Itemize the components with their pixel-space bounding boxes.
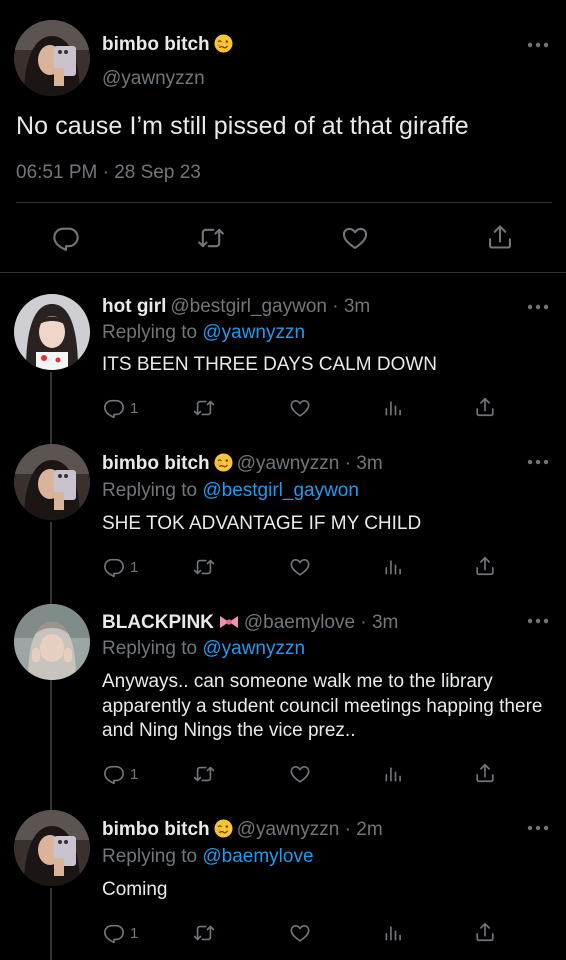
more-options-icon[interactable] [526,40,550,50]
thread-line [50,680,52,810]
avatar-photo [14,444,90,520]
replying-to: Replying to @bestgirl_gaywon [102,480,359,502]
avatar-photo [14,604,90,680]
retweet-icon[interactable] [192,763,216,785]
retweet-icon[interactable] [192,397,216,419]
reply-text: Coming [102,879,168,900]
reply-text: SHE TOK ADVANTAGE IF MY CHILD [102,513,422,534]
like-icon[interactable] [341,224,369,252]
share-icon[interactable] [474,396,496,418]
like-icon[interactable] [289,763,311,785]
reply-handle-time[interactable]: @yawnyzzn · 2m [237,819,383,840]
reply-count: 1 [130,400,139,417]
replying-to: Replying to @baemylove [102,846,314,868]
more-options-icon[interactable] [526,616,550,626]
avatar-photo [14,294,90,370]
author-avatar[interactable] [14,20,90,96]
reply-header: bimbo bitch @yawnyzzn · 2m [102,819,383,841]
reply-display-name[interactable]: bimbo bitch [102,453,233,474]
replying-to-link[interactable]: @bestgirl_gaywon [202,480,359,501]
replying-to-label: Replying to [102,480,198,501]
reply-count: 1 [130,925,139,942]
author-name-text: bimbo bitch [102,34,210,55]
reply-handle-time[interactable]: @baemylove · 3m [244,612,398,633]
more-options-icon[interactable] [526,457,550,467]
replying-to: Replying to @yawnyzzn [102,322,305,344]
thread-line [50,522,52,604]
reply-handle-time[interactable]: @bestgirl_gaywon · 3m [170,296,370,317]
reply-display-name[interactable]: BLACKPINK [102,612,240,633]
reply-header: bimbo bitch @yawnyzzn · 3m [102,453,383,475]
views-icon[interactable] [383,923,403,943]
reply-count: 1 [130,559,139,576]
reply-avatar[interactable] [14,294,90,370]
retweet-icon[interactable] [196,224,226,252]
share-icon[interactable] [486,223,514,251]
reply-text: Anyways.. can someone walk me to the lib… [102,671,543,741]
replying-to-label: Replying to [102,846,198,867]
more-options-icon[interactable] [526,823,550,833]
like-icon[interactable] [289,397,311,419]
thread-line [50,372,52,444]
views-icon[interactable] [383,557,403,577]
share-icon[interactable] [474,762,496,784]
like-icon[interactable] [289,922,311,944]
reply-display-name[interactable]: hot girl [102,296,166,317]
reply-icon[interactable] [103,556,125,578]
replying-to-label: Replying to [102,322,198,343]
reply-handle-time[interactable]: @yawnyzzn · 3m [237,453,383,474]
views-icon[interactable] [383,764,403,784]
reply-avatar[interactable] [14,444,90,520]
tweet-text: No cause I’m still pissed of at that gir… [16,112,469,140]
share-icon[interactable] [474,921,496,943]
reply-count: 1 [130,766,139,783]
reply-header: hot girl @bestgirl_gaywon · 3m [102,296,370,318]
views-icon[interactable] [383,398,403,418]
reply-header: BLACKPINK @baemylove · 3m [102,612,398,634]
divider [0,272,566,273]
reply-avatar[interactable] [14,604,90,680]
avatar-photo [14,20,90,96]
woozy-face-emoji-icon [214,34,233,53]
replying-to-label: Replying to [102,638,198,659]
reply-avatar[interactable] [14,810,90,886]
tweet-timestamp[interactable]: 06:51 PM · 28 Sep 23 [16,162,201,184]
reply-display-name[interactable]: bimbo bitch [102,819,233,840]
thread-line [50,888,52,960]
retweet-icon[interactable] [192,922,216,944]
replying-to-link[interactable]: @yawnyzzn [202,322,305,343]
reply-name-text: BLACKPINK [102,612,214,633]
author-display-name[interactable]: bimbo bitch [102,34,233,56]
reply-icon[interactable] [103,922,125,944]
avatar-photo [14,810,90,886]
replying-to-link[interactable]: @yawnyzzn [202,638,305,659]
reply-text: ITS BEEN THREE DAYS CALM DOWN [102,354,438,375]
author-handle[interactable]: @yawnyzzn [102,68,205,90]
like-icon[interactable] [289,556,311,578]
woozy-face-emoji-icon [214,819,233,838]
more-options-icon[interactable] [526,302,550,312]
reply-icon[interactable] [103,763,125,785]
reply-name-text: bimbo bitch [102,819,210,840]
reply-icon[interactable] [103,397,125,419]
woozy-face-emoji-icon [214,453,233,472]
divider [16,202,552,203]
retweet-icon[interactable] [192,556,216,578]
ribbon-emoji-icon [218,614,240,630]
reply-name-text: bimbo bitch [102,453,210,474]
reply-icon[interactable] [52,224,80,252]
replying-to: Replying to @yawnyzzn [102,638,305,660]
share-icon[interactable] [474,555,496,577]
replying-to-link[interactable]: @baemylove [202,846,313,867]
